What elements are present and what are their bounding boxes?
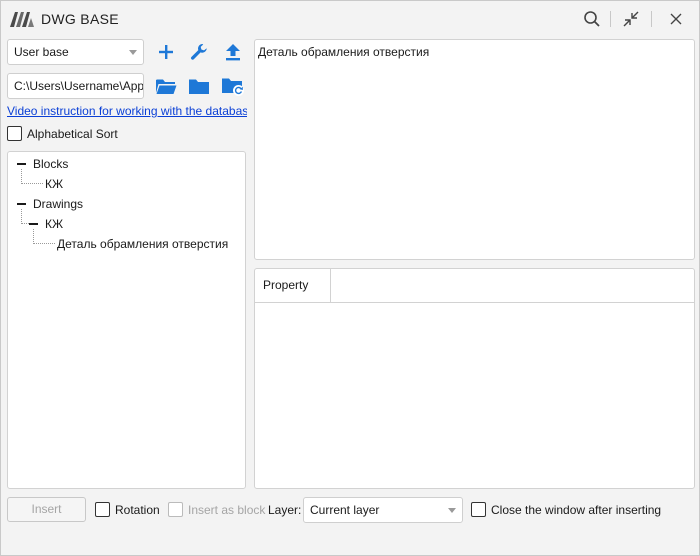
close-button[interactable] [663, 7, 689, 31]
layer-label: Layer: [268, 503, 302, 517]
rotation-checkbox[interactable] [95, 502, 110, 517]
collapse-drawings-toggle[interactable] [17, 203, 26, 205]
folder-open-icon [156, 79, 177, 94]
collapse-button[interactable] [618, 7, 644, 31]
folder-icon [189, 79, 209, 94]
property-panel: Property [254, 268, 695, 489]
collapse-icon [623, 11, 639, 27]
tree-connector [21, 169, 22, 184]
tree-connector [21, 223, 29, 224]
tree-connector [21, 183, 43, 184]
path-input-value: C:\Users\Username\AppData [14, 79, 144, 93]
tree-node-drawings-kzh[interactable]: КЖ [45, 217, 63, 231]
chevron-down-icon [129, 50, 137, 55]
insert-as-block-label: Insert as block [188, 503, 266, 517]
property-column-header[interactable]: Property [255, 269, 331, 302]
property-table-header: Property [255, 269, 694, 303]
titlebar-divider [610, 11, 611, 27]
wrench-icon [191, 44, 207, 60]
upload-icon [226, 44, 240, 61]
title-bar: DWG BASE [1, 1, 699, 37]
collapse-blocks-toggle[interactable] [17, 163, 26, 165]
tree-panel: Blocks КЖ Drawings КЖ Деталь обрамления … [7, 151, 246, 489]
tree-node-detail[interactable]: Деталь обрамления отверстия [57, 237, 228, 251]
alphabetical-sort-checkbox[interactable] [7, 126, 22, 141]
upload-button[interactable] [220, 39, 246, 65]
app-window: DWG BASE User base C:\Users\Username\App… [0, 0, 700, 556]
preview-panel: Деталь обрамления отверстия [254, 39, 695, 260]
base-select[interactable]: User base [7, 39, 144, 65]
logo-icon [10, 12, 34, 27]
close-after-insert-checkbox[interactable] [471, 502, 486, 517]
add-icon [159, 45, 173, 59]
open-folder-button[interactable] [153, 73, 179, 99]
tree-connector [33, 229, 34, 244]
refresh-folder-button[interactable] [220, 73, 246, 99]
layer-select[interactable]: Current layer [303, 497, 463, 523]
close-icon [670, 13, 682, 25]
window-title: DWG BASE [41, 11, 119, 27]
search-icon [584, 11, 600, 27]
folder-button[interactable] [186, 73, 212, 99]
insert-as-block-checkbox[interactable] [168, 502, 183, 517]
tree-connector [21, 209, 22, 224]
video-instruction-link[interactable]: Video instruction for working with the d… [7, 104, 247, 118]
tree-node-drawings[interactable]: Drawings [33, 197, 83, 211]
chevron-down-icon [448, 508, 456, 513]
layer-select-value: Current layer [310, 503, 380, 517]
titlebar-divider [651, 11, 652, 27]
tree-node-blocks[interactable]: Blocks [33, 157, 68, 171]
preview-caption: Деталь обрамления отверстия [258, 45, 430, 59]
add-button[interactable] [153, 39, 179, 65]
collapse-drawings-kzh-toggle[interactable] [29, 223, 38, 225]
path-input[interactable]: C:\Users\Username\AppData [7, 73, 144, 99]
tree-connector [33, 243, 55, 244]
close-after-insert-label: Close the window after inserting [491, 503, 662, 517]
tree-node-blocks-kzh[interactable]: КЖ [45, 177, 63, 191]
settings-button[interactable] [186, 39, 212, 65]
rotation-label: Rotation [115, 503, 160, 517]
base-select-value: User base [14, 45, 69, 59]
insert-button[interactable]: Insert [7, 497, 86, 522]
folder-refresh-icon [222, 78, 244, 96]
value-column-header[interactable] [331, 269, 693, 302]
search-button[interactable] [579, 7, 605, 31]
alphabetical-sort-label: Alphabetical Sort [27, 127, 118, 141]
